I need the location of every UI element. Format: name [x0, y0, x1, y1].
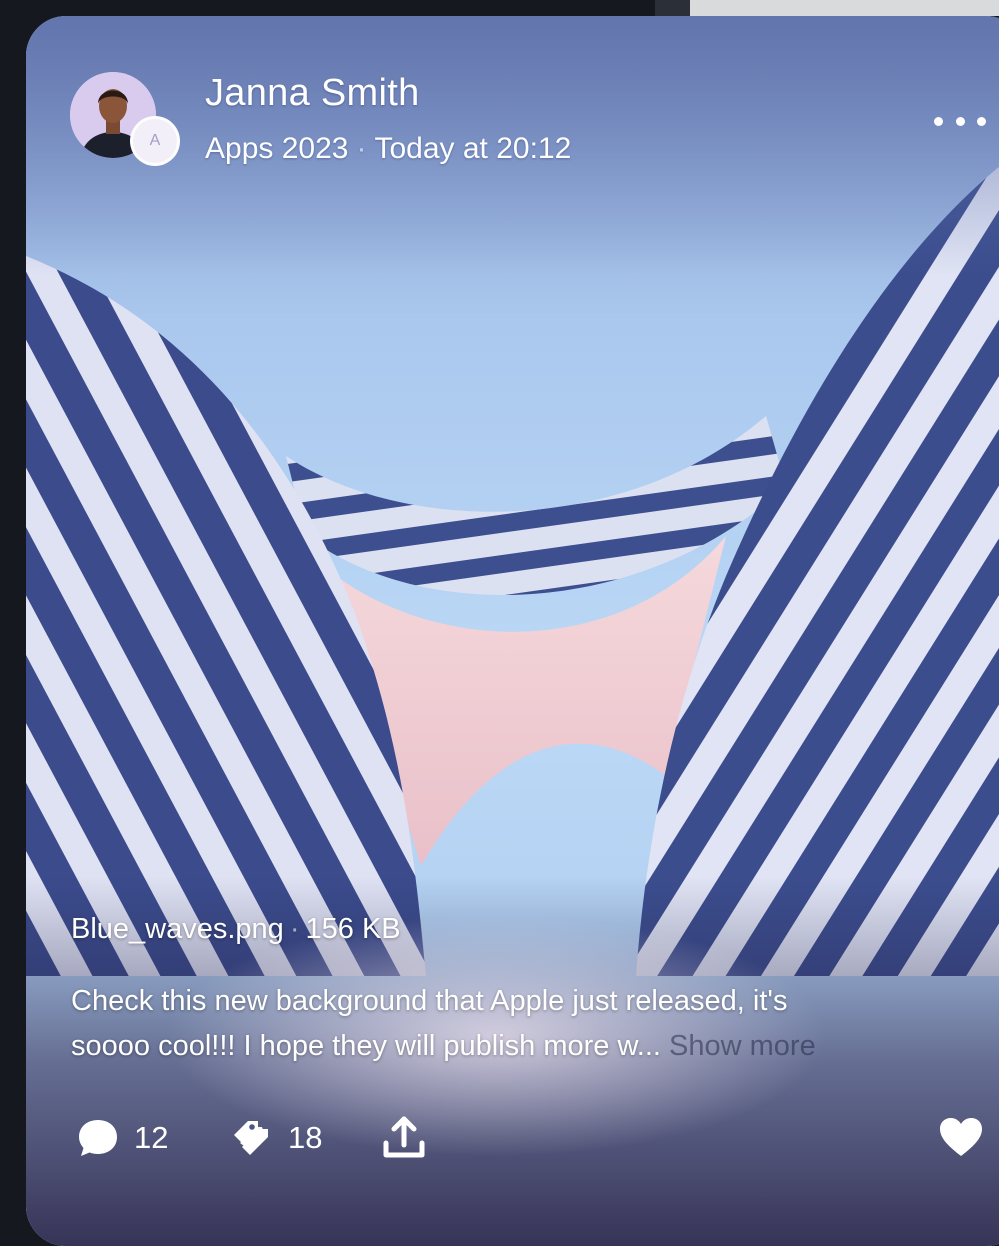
heart-icon: [940, 1118, 982, 1156]
caption-line-1: Check this new background that Apple jus…: [71, 985, 788, 1017]
post-header: A Janna Smith Apps 2023 · Today at 20:12: [70, 72, 999, 192]
more-dot: [955, 116, 965, 126]
share-upload-icon: [383, 1116, 425, 1158]
comments-button[interactable]: 12: [76, 1114, 168, 1162]
file-info[interactable]: Blue_waves.png · 156 KB: [71, 913, 401, 946]
post-card[interactable]: A Janna Smith Apps 2023 · Today at 20:12 B…: [26, 16, 999, 1246]
share-button[interactable]: [381, 1114, 441, 1162]
tags-button[interactable]: 18: [228, 1114, 322, 1162]
post-meta: Apps 2023 · Today at 20:12: [205, 132, 571, 166]
show-more-link[interactable]: Show more: [669, 1030, 816, 1062]
more-horizontal-icon: [934, 116, 943, 126]
speech-bubble-icon: [79, 1120, 117, 1156]
channel-badge[interactable]: A: [130, 116, 180, 166]
channel-name[interactable]: Apps 2023: [205, 132, 348, 165]
author-avatar-group[interactable]: A: [70, 72, 182, 184]
more-options-button[interactable]: [934, 111, 986, 131]
like-button[interactable]: [938, 1116, 984, 1163]
author-name[interactable]: Janna Smith: [205, 72, 420, 115]
tags-count: 18: [288, 1120, 323, 1155]
more-dot: [977, 116, 986, 126]
tags-icon: [234, 1121, 268, 1155]
file-separator: ·: [289, 913, 300, 945]
window-edge: [655, 0, 690, 16]
meta-separator: ·: [356, 132, 367, 165]
caption-line-2: soooo cool!!! I hope they will publish m…: [71, 1024, 976, 1069]
post-actions: 12 18: [76, 1114, 999, 1162]
caption-line-2-text: soooo cool!!! I hope they will publish m…: [71, 1030, 661, 1062]
comments-count: 12: [134, 1120, 169, 1155]
post-caption: Check this new background that Apple jus…: [71, 979, 976, 1069]
window-edge-light: [690, 0, 999, 16]
file-size: 156 KB: [305, 913, 401, 945]
file-name[interactable]: Blue_waves.png: [71, 913, 284, 945]
post-timestamp: Today at 20:12: [374, 132, 572, 165]
